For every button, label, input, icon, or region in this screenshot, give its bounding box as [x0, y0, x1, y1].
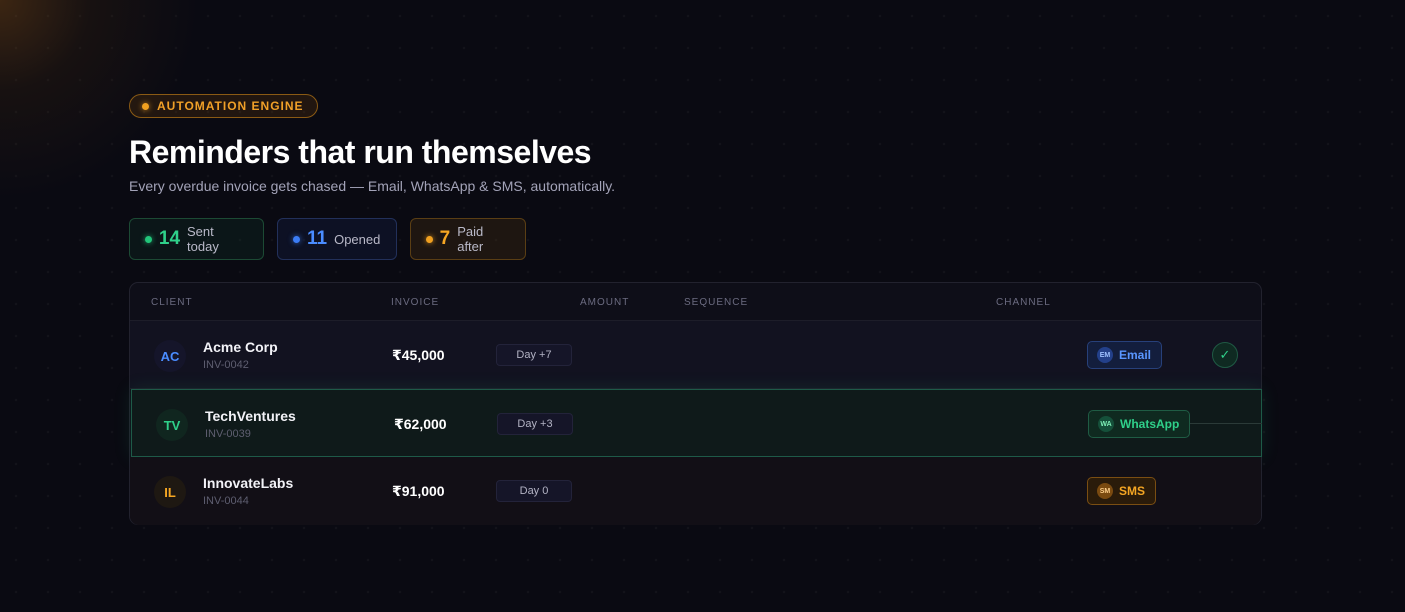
- table-row[interactable]: IL InnovateLabs INV-0044 ₹91,000 Day 0 S…: [130, 457, 1261, 525]
- table-row[interactable]: TV TechVentures INV-0039 ₹62,000 Day +3 …: [131, 389, 1262, 457]
- stat-paid-after: 7 Paid after: [410, 218, 526, 260]
- stat-label: Opened: [334, 231, 381, 247]
- stat-opened: 11 Opened: [277, 218, 397, 260]
- channel-email-badge[interactable]: EM Email: [1087, 341, 1163, 369]
- page-title: Reminders that run themselves: [129, 134, 592, 170]
- avatar: TV: [156, 409, 188, 441]
- amber-dot-icon: [426, 235, 433, 243]
- sequence-day-badge: Day 0: [496, 480, 572, 502]
- badge-dot-icon: [142, 102, 149, 110]
- connector-line: [1186, 423, 1262, 424]
- green-dot-icon: [145, 235, 152, 243]
- stat-sent-today: 14 Sent today: [129, 218, 264, 260]
- stat-value: 14: [158, 228, 181, 249]
- column-header-sequence: SEQUENCE: [684, 297, 749, 308]
- column-header-client: CLIENT: [151, 297, 193, 308]
- badge-label: AUTOMATION ENGINE: [157, 99, 304, 113]
- client-name: TechVentures: [205, 408, 296, 424]
- channel-label: Email: [1119, 348, 1152, 362]
- column-header-channel: CHANNEL: [996, 297, 1051, 308]
- channel-label: WhatsApp: [1120, 417, 1180, 431]
- check-icon: ✓: [1212, 342, 1238, 368]
- invoice-number: INV-0044: [203, 495, 249, 507]
- client-name: InnovateLabs: [203, 475, 294, 491]
- sms-icon: SM: [1097, 483, 1113, 499]
- automation-section: AUTOMATION ENGINE Reminders that run the…: [0, 0, 1405, 612]
- column-header-amount: AMOUNT: [580, 297, 630, 308]
- email-icon: EM: [1097, 347, 1113, 363]
- channel-whatsapp-badge[interactable]: WA WhatsApp: [1088, 410, 1191, 438]
- avatar: IL: [154, 476, 186, 508]
- invoice-amount: ₹62,000: [394, 416, 447, 432]
- client-name: Acme Corp: [203, 339, 278, 355]
- invoice-number: INV-0042: [203, 359, 249, 371]
- avatar: AC: [154, 340, 186, 372]
- channel-label: SMS: [1119, 484, 1146, 498]
- stat-label: Paid after: [457, 224, 484, 254]
- blue-dot-icon: [293, 235, 300, 243]
- table-row[interactable]: AC Acme Corp INV-0042 ₹45,000 Day +7 EM …: [130, 321, 1261, 389]
- table-header: CLIENT INVOICE AMOUNT SEQUENCE CHANNEL: [130, 283, 1261, 321]
- sequence-day-badge: Day +7: [496, 344, 572, 366]
- page-subtitle: Every overdue invoice gets chased — Emai…: [129, 178, 616, 194]
- stat-label: Sent today: [187, 224, 219, 254]
- reminders-table: CLIENT INVOICE AMOUNT SEQUENCE CHANNEL A…: [129, 282, 1262, 525]
- channel-sms-badge[interactable]: SM SMS: [1087, 477, 1157, 505]
- invoice-amount: ₹45,000: [392, 347, 445, 363]
- invoice-number: INV-0039: [205, 428, 251, 440]
- whatsapp-icon: WA: [1098, 416, 1114, 432]
- invoice-amount: ₹91,000: [392, 483, 445, 499]
- column-header-invoice: INVOICE: [391, 297, 440, 308]
- stat-value: 11: [307, 228, 328, 249]
- sequence-day-badge: Day +3: [497, 413, 573, 435]
- stat-value: 7: [439, 228, 451, 249]
- automation-engine-badge: AUTOMATION ENGINE: [129, 94, 318, 118]
